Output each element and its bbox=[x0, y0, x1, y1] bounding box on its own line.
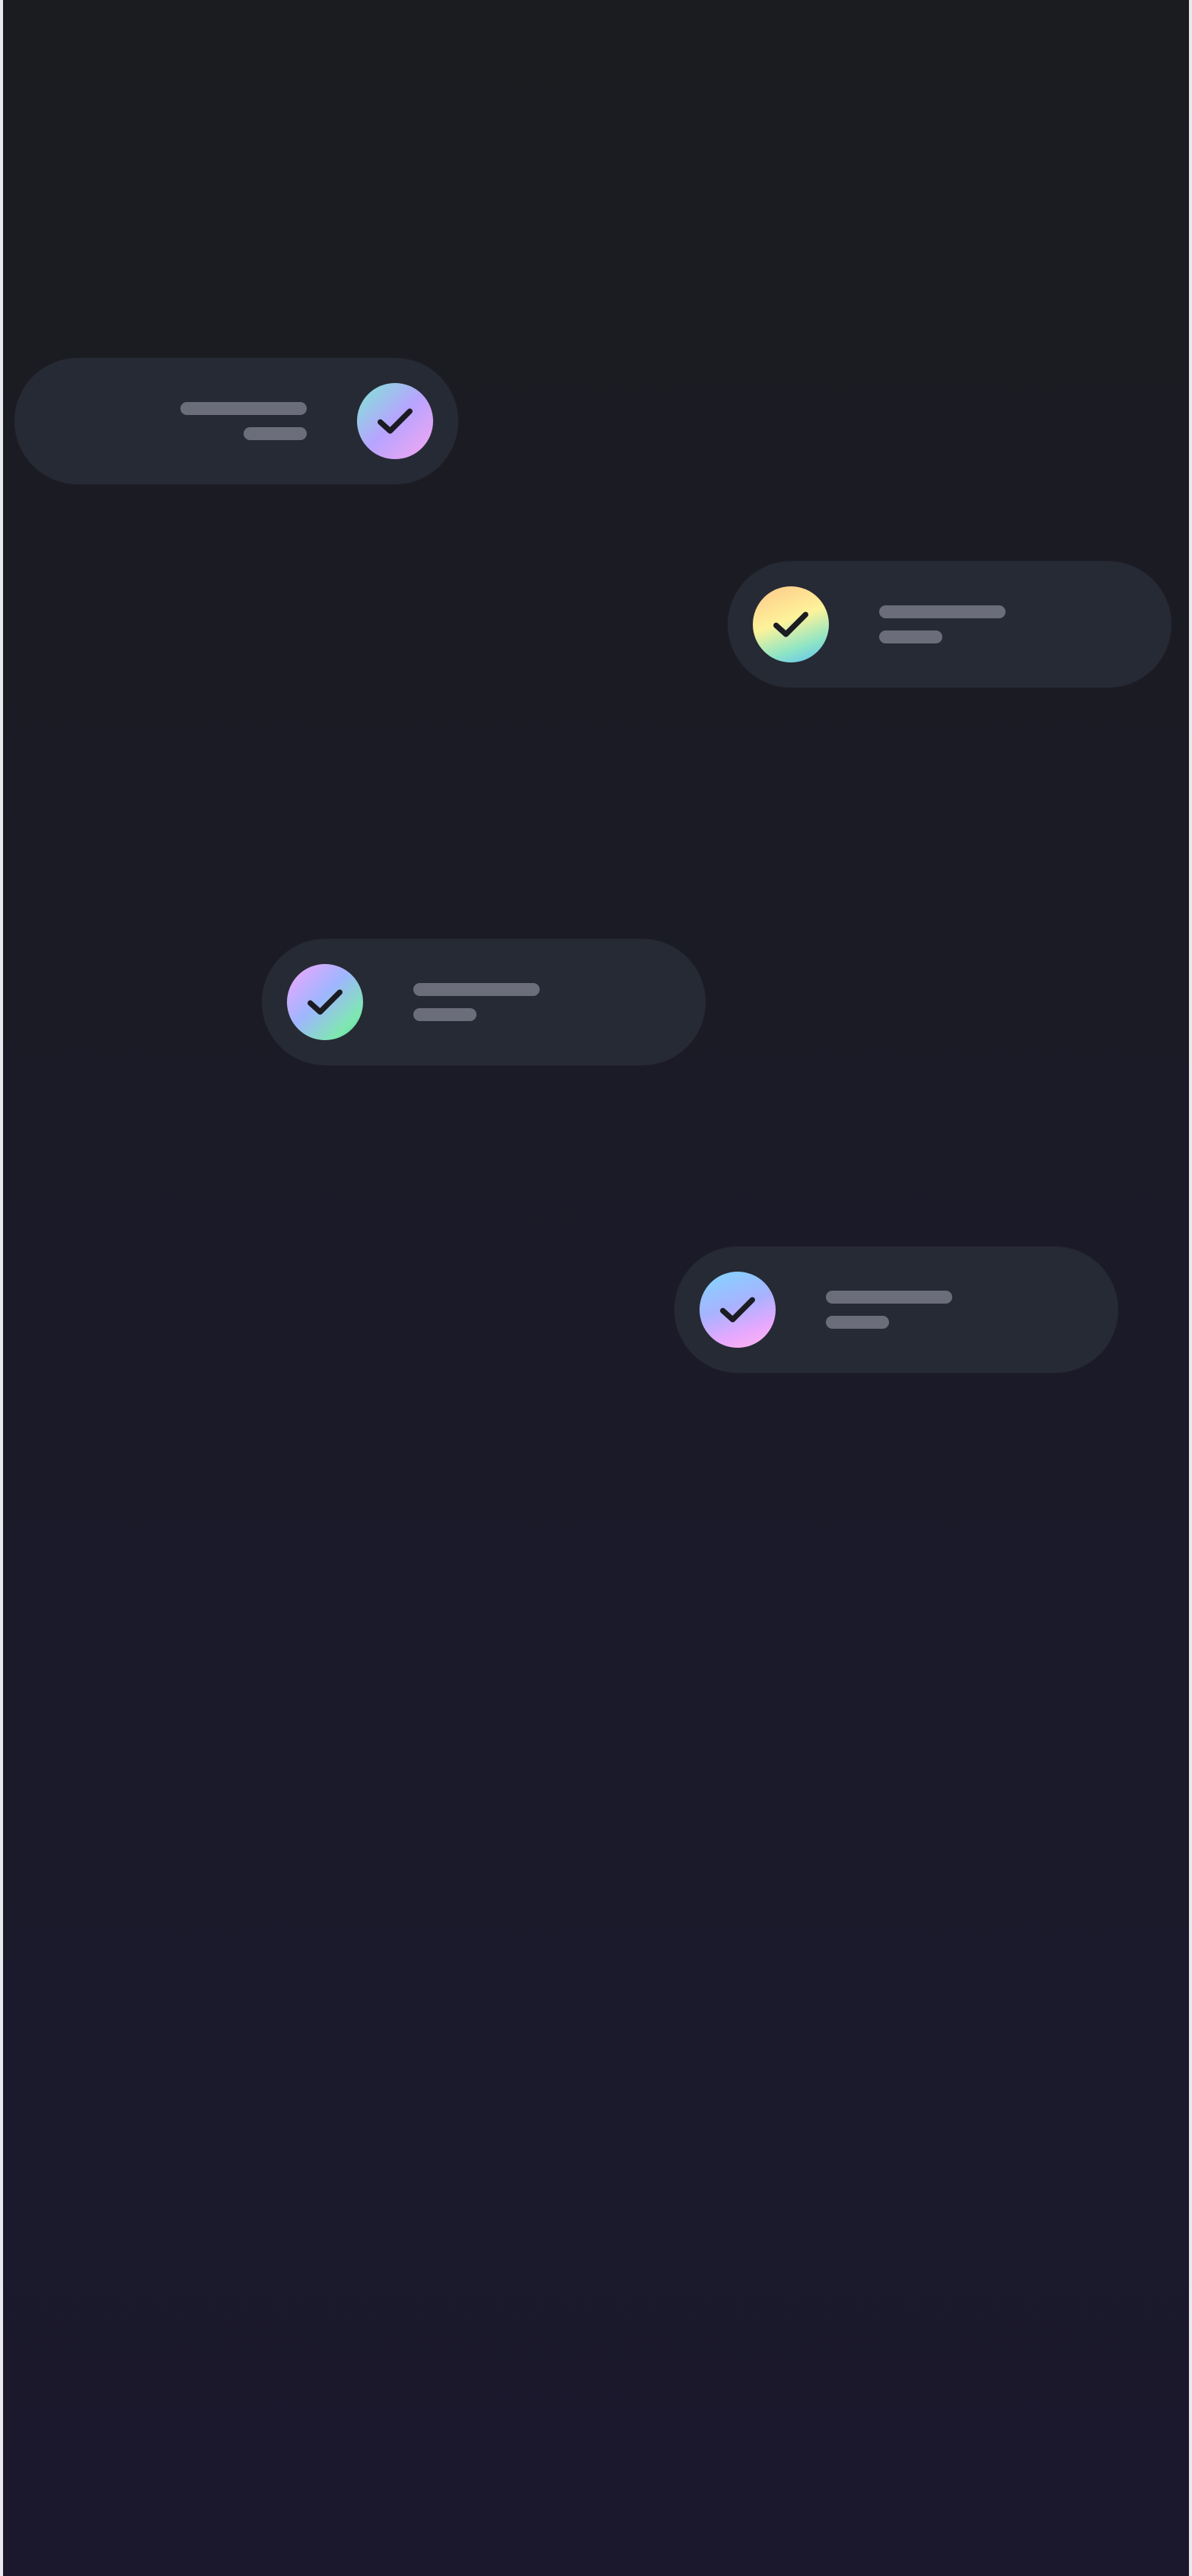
notification-pill[interactable] bbox=[14, 358, 458, 484]
check-icon bbox=[720, 1297, 755, 1323]
title-placeholder-line bbox=[413, 983, 540, 996]
check-icon bbox=[773, 611, 808, 637]
title-placeholder-line bbox=[826, 1291, 952, 1304]
title-placeholder-line bbox=[879, 605, 1006, 618]
subtitle-placeholder-line bbox=[826, 1316, 889, 1329]
notification-pill[interactable] bbox=[674, 1247, 1118, 1373]
check-icon bbox=[378, 408, 413, 434]
status-badge bbox=[753, 586, 829, 662]
notification-pill[interactable] bbox=[728, 561, 1171, 688]
status-badge bbox=[357, 383, 433, 459]
frame-edge-left bbox=[0, 0, 3, 2576]
subtitle-placeholder-line bbox=[413, 1008, 476, 1021]
subtitle-placeholder-line bbox=[879, 630, 942, 643]
subtitle-placeholder-line bbox=[244, 427, 307, 440]
title-placeholder-line bbox=[180, 402, 307, 415]
check-icon bbox=[308, 989, 343, 1015]
notification-pill[interactable] bbox=[262, 939, 706, 1065]
status-badge bbox=[287, 964, 363, 1040]
frame-edge-right bbox=[1189, 0, 1192, 2576]
status-badge bbox=[700, 1272, 776, 1348]
